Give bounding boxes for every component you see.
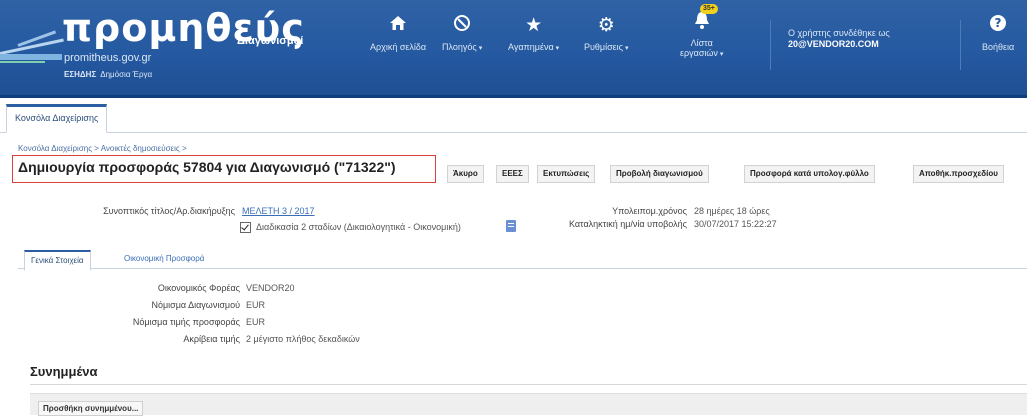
- attachments-heading: Συνημμένα: [30, 364, 98, 379]
- remaining-value: 28 ημέρες 18 ώρες: [694, 206, 770, 216]
- nav-favorites[interactable]: ★ Αγαπημένα ▾: [508, 14, 559, 52]
- chevron-down-icon: ▾: [555, 45, 560, 52]
- logo[interactable]: προμηθεύς Διαγωνισμοί promitheus.gov.gr …: [0, 0, 330, 95]
- logo-url: promitheus.gov.gr: [64, 52, 152, 64]
- spreadsheet-offer-button[interactable]: Προσφορά κατά υπολογ.φύλλο: [744, 165, 875, 183]
- eeee-button[interactable]: ΕΕΕΣ: [496, 165, 529, 183]
- tender-currency-label: Νόμισμα Διαγωνισμού: [151, 300, 240, 310]
- nav-navigator-label: Πλοηγός: [442, 42, 477, 52]
- star-icon: ★: [525, 15, 543, 36]
- tab-console[interactable]: Κονσόλα Διαχείρισης: [6, 104, 108, 133]
- header-divider: [770, 20, 771, 70]
- ref-label: Συνοπτικός τίτλος/Αρ.διακήρυξης: [103, 206, 235, 216]
- deadline-label: Καταληκτική ημ/νία υποβολής: [568, 219, 687, 229]
- two-stage-label: Διαδικασία 2 σταδίων (Δικαιολογητικά - Ο…: [256, 222, 461, 232]
- ref-link[interactable]: ΜΕΛΕΤΗ 3 / 2017: [242, 206, 315, 216]
- print-button[interactable]: Εκτυπώσεις: [537, 165, 596, 183]
- save-draft-button[interactable]: Αποθήκ.προσχεδίου: [913, 165, 1004, 183]
- user-info: Ο χρήστης συνδέθηκε ως 20@VENDOR20.COM: [788, 28, 890, 50]
- logo-tagline: ΕΣΗΔΗΣ Δημόσια Έργα: [64, 70, 152, 79]
- gear-icon: ⚙: [597, 15, 615, 36]
- two-stage-checkbox: [240, 222, 251, 233]
- nav-worklist-label-2: εργασιών: [680, 48, 718, 58]
- help-icon: ?: [982, 14, 1014, 38]
- tender-currency-value: EUR: [246, 300, 266, 310]
- tab-financial[interactable]: Οικονομική Προσφορά: [118, 250, 210, 268]
- cancel-button[interactable]: Άκυρο: [447, 165, 484, 183]
- precision-value: 2 μέγιστο πλήθος δεκαδικών: [246, 334, 360, 344]
- top-header: προμηθεύς Διαγωνισμοί promitheus.gov.gr …: [0, 0, 1027, 98]
- attachments-toolbar: [30, 393, 1027, 415]
- nav-worklist[interactable]: 35+ Λίστα εργασιών ▾: [680, 4, 724, 58]
- logo-tag-text: Δημόσια Έργα: [100, 70, 153, 79]
- breadcrumb[interactable]: Κονσόλα Διαχείρισης > Ανοικτές δημοσιεύσ…: [18, 144, 187, 153]
- logo-tag-bold: ΕΣΗΔΗΣ: [64, 70, 97, 79]
- nav-settings-label: Ρυθμίσεις: [584, 42, 624, 52]
- notification-badge: 35+: [700, 4, 718, 14]
- section-divider: [30, 384, 1027, 385]
- logo-bar: [0, 61, 45, 63]
- nav-navigator[interactable]: Πλοηγός ▾: [442, 14, 482, 52]
- user-login-label: Ο χρήστης συνδέθηκε ως: [788, 28, 890, 38]
- nav-settings[interactable]: ⚙ Ρυθμίσεις ▾: [584, 14, 629, 52]
- nav-worklist-label-1: Λίστα: [690, 38, 713, 48]
- logo-bar: [0, 54, 62, 60]
- nav-favorites-label: Αγαπημένα: [508, 42, 554, 52]
- tab-bar: [0, 98, 1027, 133]
- offer-currency-value: EUR: [246, 317, 266, 327]
- logo-subtitle: Διαγωνισμοί: [237, 35, 304, 47]
- svg-text:?: ?: [995, 16, 1002, 30]
- offer-currency-label: Νόμισμα τιμής προσφοράς: [132, 317, 240, 327]
- user-email: 20@VENDOR20.COM: [788, 39, 879, 49]
- nav-home[interactable]: Αρχική σελίδα: [370, 14, 426, 52]
- chevron-down-icon: ▾: [625, 45, 629, 52]
- bell-icon: 35+: [680, 4, 723, 34]
- home-icon: [370, 14, 426, 38]
- page-title: Δημιουργία προσφοράς 57804 για Διαγωνισμ…: [18, 159, 396, 175]
- nav-help-label: Βοήθεια: [982, 42, 1015, 52]
- compass-icon: [442, 14, 482, 38]
- view-tender-button[interactable]: Προβολή διαγωνισμού: [610, 165, 709, 183]
- tab-general[interactable]: Γενικά Στοιχεία: [24, 250, 91, 271]
- chevron-down-icon: ▾: [478, 45, 483, 52]
- document-icon[interactable]: [506, 220, 516, 232]
- header-divider: [960, 20, 961, 70]
- nav-help[interactable]: ? Βοήθεια: [982, 14, 1014, 52]
- operator-value: VENDOR20: [246, 283, 295, 293]
- nav-home-label: Αρχική σελίδα: [370, 42, 427, 52]
- deadline-value: 30/07/2017 15:22:27: [694, 219, 777, 229]
- operator-label: Οικονομικός Φορέας: [157, 283, 240, 293]
- precision-label: Ακρίβεια τιμής: [183, 334, 240, 344]
- remaining-label: Υπολειπομ.χρόνος: [612, 206, 687, 216]
- chevron-down-icon: ▾: [719, 51, 724, 58]
